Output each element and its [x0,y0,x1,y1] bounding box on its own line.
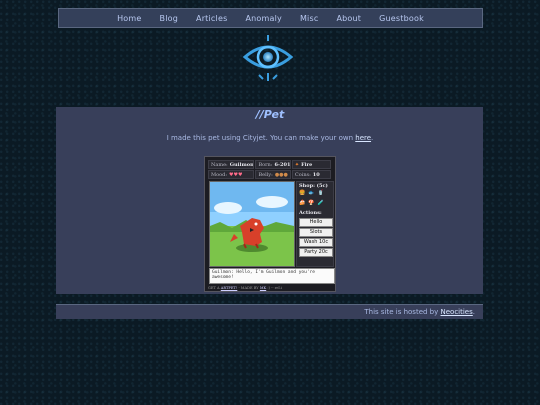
cake-icon[interactable]: 🍰 [299,200,305,207]
party-button[interactable]: Party 20c [299,248,333,257]
intro-link[interactable]: here [355,134,371,142]
potion-icon[interactable]: 🧪 [317,200,323,207]
top-nav: Home Blog Articles Anomaly Misc About Gu… [58,8,483,28]
pet-footer-end: :) -- rel.i [266,286,282,290]
actions-header: Actions: [299,210,322,216]
neocities-link[interactable]: Neocities [441,308,473,316]
mushroom-icon[interactable]: 🍄 [308,200,314,207]
drink-icon[interactable]: 🥤 [317,190,323,197]
slots-button[interactable]: Slots [299,228,333,237]
pet-born-stat: Born:6-2018 [255,160,291,169]
wash-button[interactable]: Wash 10c [299,238,333,247]
nav-misc[interactable]: Misc [293,14,326,23]
nav-articles[interactable]: Articles [189,14,234,23]
pet-born: 6-2018 [274,161,291,168]
intro-end: . [371,134,374,142]
site-footer: This site is hosted by Neocities. [56,304,483,319]
page-title: //Pet [255,108,285,121]
pet-chat-box: Guilmon: Hello, I'm Guilmon and you're a… [209,268,335,284]
pet-belly-stat: Belly: ●●● [255,170,291,179]
nav-blog[interactable]: Blog [153,14,185,23]
nav-guestbook[interactable]: Guestbook [372,14,431,23]
hello-button[interactable]: Hello [299,218,333,227]
pet-belly: ●●● [274,171,288,178]
shop-items: 🍔 🐟 🥤 🍰 🍄 🧪 [297,190,331,207]
eye-logo-icon[interactable] [241,33,295,83]
pet-coins: 10 [312,171,320,178]
nav-anomaly[interactable]: Anomaly [238,14,289,23]
pet-footer-prefix: GET A [208,286,221,290]
pet-element-stat: ✦ Fire [291,160,331,169]
nav-home[interactable]: Home [110,14,148,23]
pet-widget: Name:Guilmon Born:6-2018 ✦Fire Mood:♥♥♥ … [204,156,336,292]
footer-end: . [472,308,475,316]
pet-widget-footer: GET A ARTPET! - MADE BY MK :) -- rel.i [208,286,282,290]
pet-mood-label: Mood: [211,171,228,178]
shop-header: Shop: (5c) [299,183,328,189]
pet-name: Guilmon [229,161,254,168]
pet-mood-stat: Mood: ♥♥♥ [208,170,255,179]
fish-icon[interactable]: 🐟 [308,190,314,197]
pet-stats-row-2: Mood: ♥♥♥ Belly: ●●● Coins: 10 [208,170,332,179]
intro-text-body: I made this pet using Cityjet. You can m… [166,134,356,142]
nav-about[interactable]: About [329,14,368,23]
pet-name-label: Name: [211,161,228,168]
fire-icon: ✦ [294,161,300,168]
pet-image[interactable] [209,181,295,267]
pet-stats-row-1: Name:Guilmon Born:6-2018 ✦Fire [208,160,332,169]
pet-mood: ♥♥♥ [229,171,243,178]
footer-text: This site is hosted by Neocities. [364,308,475,316]
pet-coins-stat: Coins: 10 [291,170,331,179]
intro-text: I made this pet using Cityjet. You can m… [0,134,540,142]
pet-coins-label: Coins: [294,171,311,178]
pet-born-label: Born: [258,161,273,168]
burger-icon[interactable]: 🍔 [299,190,305,197]
pet-footer-mid: - MADE BY [237,286,260,290]
pet-element: Fire [301,161,313,168]
pet-shop: Shop: (5c) 🍔 🐟 🥤 🍰 🍄 🧪 Actions: Hello Sl… [296,181,334,267]
pet-name-stat: Name: Guilmon [208,160,255,169]
footer-text-body: This site is hosted by [364,308,441,316]
pet-belly-label: Belly: [258,171,273,178]
get-artpet-link[interactable]: ARTPET! [221,286,238,290]
